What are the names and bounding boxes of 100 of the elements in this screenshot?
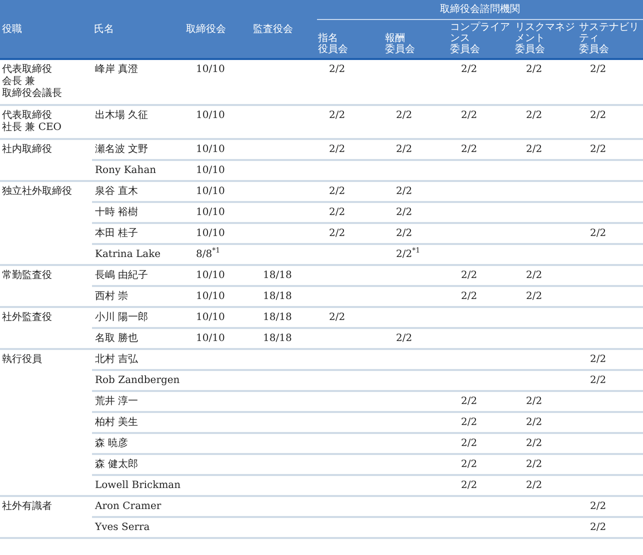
column-header: 役員会 [318, 44, 349, 55]
table-cell: 2/2 [317, 139, 384, 160]
table-cell: 2/2 [514, 412, 578, 433]
name-cell: 泉谷 直木 [92, 181, 184, 202]
role-text: 社外有識者 [2, 501, 53, 513]
column-header: 委員会 [515, 44, 546, 55]
table-cell: 2/2 [578, 496, 643, 517]
column-header: 委員会 [579, 44, 610, 55]
table-cell: 10/10 [184, 181, 251, 202]
table-cell: 10/10 [184, 105, 251, 139]
table-cell: 2/2 [449, 412, 514, 433]
table-cell: 10/10 [184, 202, 251, 223]
table-cell: 2/2 [449, 391, 514, 412]
table-cell: 2/2 [449, 454, 514, 475]
column-header: 監査役会 [253, 24, 293, 34]
table-cell: 2/2 [449, 139, 514, 160]
table-cell: 2/2 [384, 105, 449, 139]
table-cell: 2/2 [384, 181, 449, 202]
table-cell: 2/2 [449, 475, 514, 496]
role-text: 執行役員 [2, 354, 43, 366]
role-text: 社外監査役 [2, 312, 53, 324]
column-header: 氏名 [94, 24, 114, 34]
name-cell: 森 暁彦 [92, 433, 184, 454]
name-cell: Rob Zandbergen [92, 370, 184, 391]
table-cell: 10/10 [184, 307, 251, 328]
name-cell: 峰岸 真澄 [92, 59, 184, 105]
role-text: 社内取締役 [2, 144, 53, 156]
table-cell: 2/2 [317, 307, 384, 328]
role-text: 取締役会議長 [2, 88, 63, 100]
table-cell: 2/2$^{*1}$ [384, 244, 449, 265]
table-cell: 2/2 [384, 328, 449, 349]
table-cell: 2/2 [578, 223, 643, 244]
column-header: サステナビリティ [579, 22, 640, 44]
table-cell: 2/2 [384, 223, 449, 244]
table-cell: 8/8$^{*1}$ [184, 244, 251, 265]
role-text: 常勤監査役 [2, 270, 53, 282]
name-cell: 西村 崇 [92, 286, 184, 307]
table-cell: 18/18 [251, 307, 317, 328]
table-cell: 2/2 [449, 265, 514, 286]
name-cell: 森 健太郎 [92, 454, 184, 475]
table-cell: 10/10 [184, 223, 251, 244]
column-header: 取締役会 [186, 24, 226, 34]
table-cell: 2/2 [317, 223, 384, 244]
table-cell: 2/2 [449, 105, 514, 139]
role-text: 代表取締役 [2, 110, 53, 122]
name-cell: 荒井 淳一 [92, 391, 184, 412]
table-cell: 2/2 [514, 433, 578, 454]
table-cell: 10/10 [184, 265, 251, 286]
table-cell: 2/2 [514, 265, 578, 286]
table-cell: 2/2 [578, 517, 643, 538]
table-cell: 2/2 [449, 59, 514, 105]
name-cell: Lowell Brickman [92, 475, 184, 496]
name-cell: 本田 桂子 [92, 223, 184, 244]
name-cell: Yves Serra [92, 517, 184, 538]
table-cell: 2/2 [578, 349, 643, 370]
role-text: 代表取締役 [2, 64, 53, 76]
table-cell: 2/2 [514, 286, 578, 307]
name-cell: Aron Cramer [92, 496, 184, 517]
role-text: 社長 兼 CEO [2, 122, 63, 134]
table-cell: 18/18 [251, 265, 317, 286]
table-cell: 10/10 [184, 160, 251, 181]
role-text: 会長 兼 [2, 76, 36, 88]
table-cell: 10/10 [184, 139, 251, 160]
table-cell: 2/2 [578, 139, 643, 160]
column-header: 報酬 [385, 33, 406, 44]
column-header: 役職 [2, 24, 22, 34]
table-cell: 2/2 [317, 59, 384, 105]
column-header: 委員会 [450, 44, 481, 55]
table-cell: 18/18 [251, 328, 317, 349]
table-cell: 10/10 [184, 328, 251, 349]
table-cell: 2/2 [384, 139, 449, 160]
name-cell: 北村 吉弘 [92, 349, 184, 370]
table-cell: 2/2 [514, 59, 578, 105]
column-header: リスクマネジメント [515, 22, 576, 44]
name-cell: 長嶋 由紀子 [92, 265, 184, 286]
table-cell: 2/2 [384, 202, 449, 223]
table-cell: 2/2 [578, 105, 643, 139]
table-cell: 2/2 [514, 105, 578, 139]
column-header: 指名 [318, 33, 339, 44]
column-group-header: 取締役会諮問機関 [440, 4, 520, 15]
table-cell: 2/2 [514, 391, 578, 412]
name-cell: 出木場 久征 [92, 105, 184, 139]
name-cell: 十時 裕樹 [92, 202, 184, 223]
table-cell: 2/2 [514, 475, 578, 496]
table-cell: 2/2 [449, 433, 514, 454]
table-cell: 2/2 [514, 139, 578, 160]
name-cell: Rony Kahan [92, 160, 184, 181]
table-cell: 10/10 [184, 59, 251, 105]
table-cell: 2/2 [449, 286, 514, 307]
table-cell: 2/2 [317, 181, 384, 202]
name-cell: 瀬名波 文野 [92, 139, 184, 160]
table-cell: 18/18 [251, 286, 317, 307]
table-cell: 10/10 [184, 286, 251, 307]
role-text: 独立社外取締役 [2, 186, 73, 198]
table-cell: 2/2 [578, 370, 643, 391]
table-cell: 2/2 [317, 105, 384, 139]
table-cell: 2/2 [514, 454, 578, 475]
column-header: コンプライアンス [450, 22, 511, 44]
name-cell: 名取 勝也 [92, 328, 184, 349]
column-header: 委員会 [385, 44, 416, 55]
